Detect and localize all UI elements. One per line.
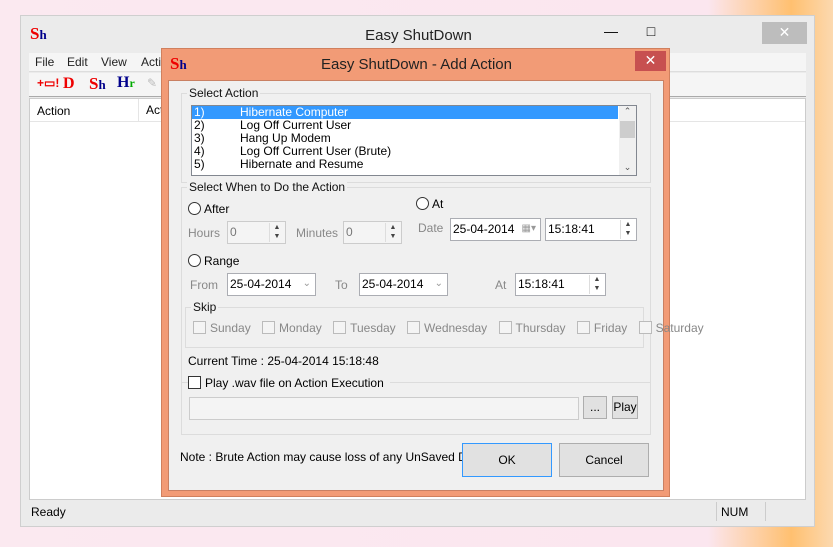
at-time-input[interactable]: 15:18:41 ▲ ▼ (545, 218, 637, 241)
hours-label: Hours (188, 226, 221, 240)
skip-monday[interactable]: Monday (262, 321, 322, 335)
status-text: Ready (31, 505, 66, 519)
skip-wednesday[interactable]: Wednesday (407, 321, 487, 335)
range-at-label: At (495, 278, 507, 292)
num-lock-indicator: NUM (716, 502, 766, 521)
current-time: Current Time : 25-04-2014 15:18:48 (188, 354, 379, 368)
at-date-picker[interactable]: 25-04-2014 ▦▾ (450, 218, 541, 241)
scroll-thumb[interactable] (620, 121, 635, 138)
browse-button[interactable]: ... (583, 396, 607, 419)
edit-icon[interactable]: ✎ (147, 76, 157, 90)
maximize-button[interactable]: □ (631, 21, 671, 43)
radio-icon (188, 254, 201, 267)
chevron-down-icon[interactable]: ⌄ (303, 274, 311, 294)
radio-icon (188, 202, 201, 215)
add-action-dialog: Sh Easy ShutDown - Add Action ✕ Select A… (161, 48, 704, 497)
skip-saturday[interactable]: Saturday (638, 321, 704, 335)
at-radio[interactable]: At (416, 197, 443, 211)
select-action-label: Select Action (187, 86, 261, 100)
date-label: Date (418, 221, 444, 235)
menu-view[interactable]: View (101, 55, 127, 69)
dialog-close-button[interactable]: ✕ (635, 51, 666, 71)
from-label: From (190, 278, 218, 292)
range-radio[interactable]: Range (188, 254, 239, 268)
hours-input[interactable]: 0 ▲ ▼ (227, 221, 286, 244)
range-to-picker[interactable]: 25-04-2014 ⌄ (359, 273, 448, 296)
list-item[interactable]: 5) Hibernate and Resume (192, 158, 618, 171)
play-button[interactable]: Play (612, 396, 638, 419)
ok-button[interactable]: OK (462, 443, 552, 477)
menu-file[interactable]: File (35, 55, 54, 69)
wav-path-input[interactable] (189, 397, 579, 420)
after-radio[interactable]: After (188, 202, 229, 216)
scroll-down-icon[interactable]: ⌄ (619, 162, 636, 173)
to-label: To (335, 278, 348, 292)
shutdown-icon[interactable]: Sh (89, 74, 106, 94)
wav-checkbox[interactable]: Play .wav file on Action Execution (188, 376, 390, 390)
range-time-input[interactable]: 15:18:41 ▲ ▼ (515, 273, 606, 296)
skip-sunday[interactable]: Sunday (193, 321, 251, 335)
skip-days: Sunday Monday Tuesday Wednesday Thursday… (193, 321, 704, 335)
chevron-down-icon[interactable]: ⌄ (435, 274, 443, 294)
dialog-title: Easy ShutDown - Add Action (321, 56, 512, 73)
minimize-button[interactable]: — (591, 21, 631, 43)
column-action-2[interactable]: Act (138, 99, 163, 122)
range-from-picker[interactable]: 25-04-2014 ⌄ (227, 273, 316, 296)
listbox-scrollbar[interactable]: ⌃ ⌄ (619, 106, 636, 175)
add-action-icon[interactable]: +▭! (37, 76, 59, 90)
note-text: Note : Brute Action may cause loss of an… (180, 450, 487, 464)
delete-icon[interactable]: D (63, 75, 75, 93)
minutes-label: Minutes (296, 226, 339, 240)
calendar-icon[interactable]: ▦▾ (522, 219, 536, 239)
menu-action[interactable]: Acti (141, 55, 161, 69)
skip-label: Skip (191, 300, 219, 314)
scroll-up-icon[interactable]: ⌃ (619, 106, 636, 121)
hr-icon[interactable]: Hr (117, 74, 135, 92)
skip-thursday[interactable]: Thursday (498, 321, 566, 335)
skip-tuesday[interactable]: Tuesday (333, 321, 396, 335)
skip-friday[interactable]: Friday (576, 321, 627, 335)
column-action[interactable]: Action (37, 104, 70, 118)
radio-icon (416, 197, 429, 210)
close-button[interactable]: ✕ (762, 22, 807, 44)
status-bar: Ready NUM (29, 502, 806, 522)
action-listbox[interactable]: 1) Hibernate Computer 2) Log Off Current U… (191, 105, 637, 176)
cancel-button[interactable]: Cancel (559, 443, 649, 477)
dialog-client: Select Action 1) Hibernate Computer 2) Log… (168, 80, 704, 491)
menu-edit[interactable]: Edit (67, 55, 88, 69)
when-label: Select When to Do the Action (187, 180, 348, 194)
minutes-input[interactable]: 0 ▲ ▼ (343, 221, 402, 244)
window-title: Easy ShutDown (365, 27, 472, 44)
